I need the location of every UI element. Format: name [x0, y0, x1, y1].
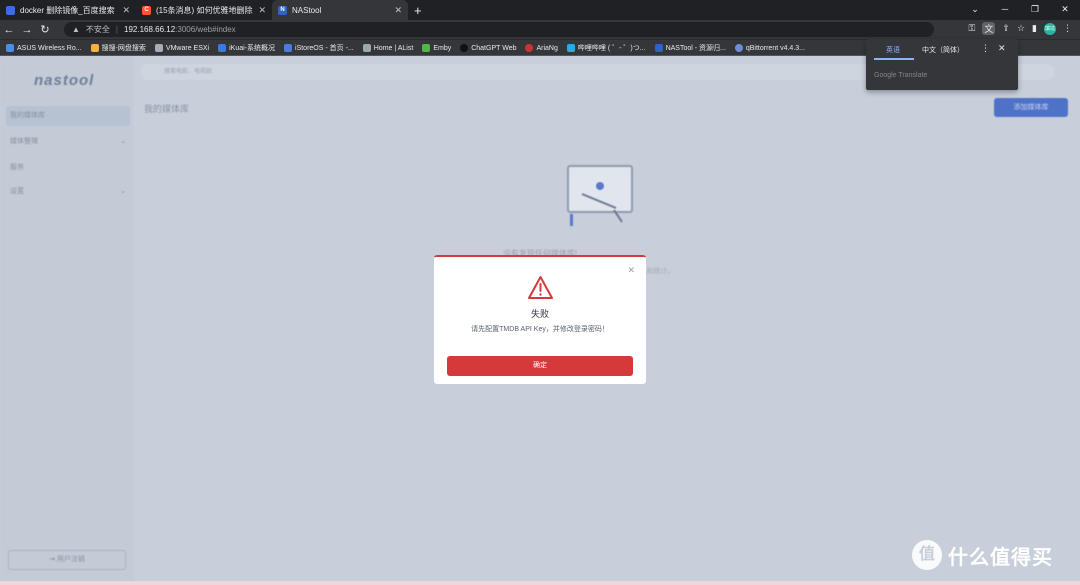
bookmark-icon — [734, 44, 743, 52]
add-library-button[interactable]: 添加媒体库 — [994, 98, 1068, 117]
window-controls: ⌄ ─ ❐ ✕ — [960, 0, 1080, 20]
dialog-title: 失败 — [530, 309, 549, 319]
tab-title: (15条消息) 如何优雅地删除Docke — [156, 5, 253, 15]
sidebar-item-settings[interactable]: 设置 ⌄ — [6, 182, 130, 202]
url-path: :3006/web#index — [175, 25, 236, 34]
watermark-logo-icon: 值 — [912, 540, 942, 570]
bookmark-icon — [460, 44, 469, 52]
tab-close-icon[interactable]: ✕ — [258, 5, 266, 16]
bookmark[interactable]: NASTool - 资源归... — [654, 43, 726, 53]
bookmark[interactable]: Emby — [422, 44, 451, 52]
tab-search-icon[interactable]: ⌄ — [960, 0, 990, 20]
browser-tab-active[interactable]: N NAStool ✕ — [272, 0, 408, 20]
csdn-favicon-icon: C — [142, 5, 151, 15]
browser-tab[interactable]: C (15条消息) 如何优雅地删除Docke ✕ — [136, 0, 272, 20]
bookmark[interactable]: Home | AList — [362, 44, 413, 52]
address-toolbar: ← → ↻ ▲ 不安全 | 192.168.66.12:3006/web#ind… — [0, 20, 1080, 39]
baidu-favicon-icon — [6, 5, 15, 15]
bookmark-icon — [6, 44, 14, 52]
url-bar[interactable]: ▲ 不安全 | 192.168.66.12:3006/web#index — [64, 22, 934, 37]
tab-close-icon[interactable]: ✕ — [394, 5, 402, 16]
bottom-strip — [0, 581, 1080, 585]
forward-icon[interactable]: → — [18, 24, 36, 36]
star-icon[interactable]: ☆ — [1017, 23, 1025, 34]
back-icon[interactable]: ← — [0, 24, 18, 36]
sidebar-item-media-library[interactable]: 我的媒体库 — [6, 106, 130, 126]
avatar[interactable]: 填坑 — [1044, 22, 1056, 35]
watermark: 值 什么值得买 — [912, 540, 1053, 570]
tab-close-icon[interactable]: ✕ — [122, 5, 130, 16]
chevron-down-icon: ⌄ — [120, 188, 126, 195]
empty-state-illustration-icon — [567, 165, 633, 226]
bookmark[interactable]: 搜搜-网盘搜索 — [90, 43, 146, 53]
confirm-button[interactable]: 确定 — [447, 356, 633, 376]
url-host: 192.168.66.12 — [124, 25, 176, 34]
sidebar-item-services[interactable]: 服务 — [6, 158, 130, 178]
key-icon[interactable]: ⚿ — [969, 23, 976, 34]
bookmark[interactable]: ChatGPT Web — [460, 44, 516, 52]
chevron-down-icon: ⌄ — [120, 138, 126, 145]
bookmark-icon — [218, 44, 227, 52]
maximize-icon[interactable]: ❐ — [1020, 0, 1050, 20]
alert-triangle-icon — [528, 276, 553, 299]
bookmark[interactable]: AriaNg — [525, 44, 558, 52]
translate-menu-icon[interactable]: ⋮ — [981, 43, 990, 54]
sidebar-item-organize[interactable]: 媒体整理 ⌄ — [6, 132, 130, 152]
bookmark[interactable]: VMware ESXi — [154, 44, 209, 52]
translate-brand: Google Translate — [874, 72, 928, 79]
bookmark[interactable]: qBittorrent v4.4.3... — [734, 44, 805, 52]
warning-icon[interactable]: ▲ — [72, 25, 80, 34]
bookmark-icon — [362, 44, 371, 52]
share-icon[interactable]: ⇪ — [1002, 23, 1010, 34]
translate-popup: 英语 中文（简体） ⋮ ✕ Google Translate — [866, 39, 1018, 90]
tab-title: docker 删除镜像_百度搜索 — [20, 5, 115, 15]
dialog-message: 请先配置TMDB API Key，并修改登录密码！ — [471, 326, 609, 333]
bookmark-icon — [566, 44, 575, 52]
bookmark-icon — [525, 44, 534, 52]
error-dialog: ✕ 失败 请先配置TMDB API Key，并修改登录密码！ 确定 — [434, 255, 646, 384]
nastool-favicon-icon: N — [278, 5, 287, 15]
sidebar: nastool 我的媒体库 媒体整理 ⌄ 服务 设置 ⌄ ⇥ 用户注销 — [0, 56, 134, 585]
bookmark[interactable]: iStoreOS - 首页 -... — [284, 43, 354, 53]
menu-dots-icon[interactable]: ⋮ — [1063, 23, 1072, 34]
bookmark-icon — [90, 44, 99, 52]
page-title: 我的媒体库 — [144, 104, 190, 114]
close-icon[interactable]: ✕ — [627, 265, 635, 276]
browser-tab[interactable]: docker 删除镜像_百度搜索 ✕ — [0, 0, 136, 20]
toolbar-right: ⚿ 文 ⇪ ☆ ▮ 填坑 ⋮ — [969, 22, 1072, 35]
security-label: 不安全 — [85, 25, 110, 34]
bookmark-icon — [654, 44, 663, 52]
reload-icon[interactable]: ↻ — [36, 23, 54, 36]
new-tab-icon[interactable]: + — [414, 3, 422, 18]
translate-close-icon[interactable]: ✕ — [998, 43, 1006, 54]
selected-underline — [874, 58, 914, 60]
bookmark[interactable]: iKuai-系统概况 — [218, 43, 275, 53]
bookmark[interactable]: ASUS Wireless Ro... — [6, 44, 82, 52]
tab-title: NAStool — [292, 5, 322, 15]
browser-tab-bar: docker 删除镜像_百度搜索 ✕ C (15条消息) 如何优雅地删除Dock… — [0, 0, 1080, 20]
translate-target-option[interactable]: 中文（简体） — [922, 45, 964, 55]
translate-source-option[interactable]: 英语 — [886, 45, 900, 55]
logout-button[interactable]: ⇥ 用户注销 — [8, 550, 126, 570]
bookmark[interactable]: 哔哩哔哩 ( ゜- ゜)つ... — [566, 43, 646, 53]
sidebar-icon[interactable]: ▮ — [1032, 23, 1037, 34]
bookmark-icon — [284, 44, 293, 52]
logout-icon: ⇥ — [49, 556, 57, 563]
bookmark-icon — [422, 44, 431, 52]
app-logo: nastool — [34, 72, 95, 89]
minimize-icon[interactable]: ─ — [990, 0, 1020, 20]
window-close-icon[interactable]: ✕ — [1050, 0, 1080, 20]
translate-icon[interactable]: 文 — [982, 22, 996, 35]
watermark-text: 什么值得买 — [948, 546, 1053, 569]
bookmark-icon — [154, 44, 163, 52]
